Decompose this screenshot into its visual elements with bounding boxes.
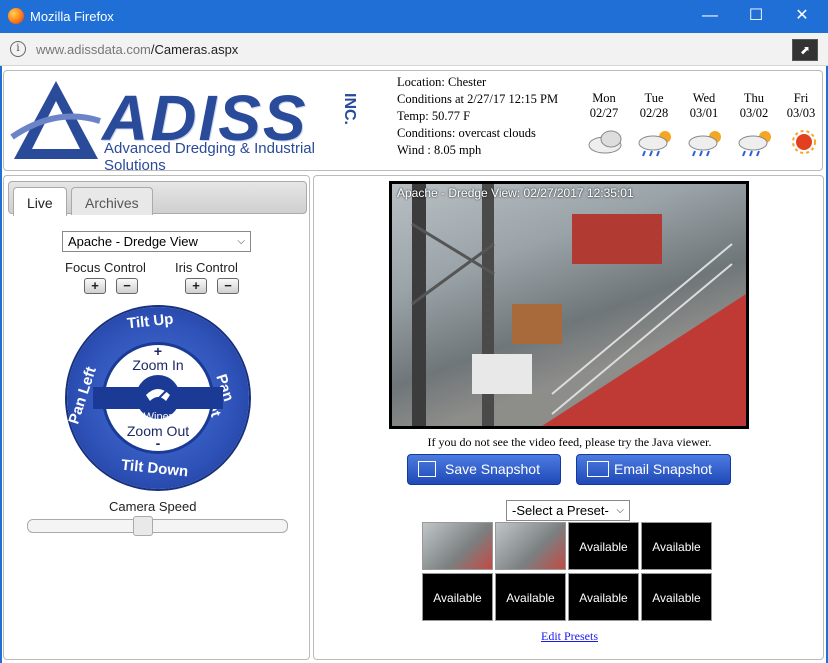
tilt-down-button[interactable]: Tilt Down [120,457,189,481]
video-caption: Apache - Dredge View: 02/27/2017 12:35:0… [397,186,634,200]
preset-slot[interactable]: Available [568,522,639,570]
url-bar[interactable]: i www.adissdata.com/Cameras.aspx ⬈ [0,33,828,66]
forecast-date: 02/28 [639,106,669,120]
forecast-day: Thu 03/02 [729,91,779,157]
email-snapshot-label: Email Snapshot [614,461,713,477]
camera-control-panel: Live Archives Apache - Dredge View ⌵ Foc… [3,175,310,660]
ptz-joystick: Tilt Up Tilt Down Pan Left Pan Right + Z… [65,307,249,489]
preset-thumbnail[interactable] [422,522,493,570]
zoom-minus-label: - [155,435,161,451]
save-snapshot-button[interactable]: Save Snapshot [407,454,561,485]
chevron-down-icon: ⌵ [616,505,624,516]
preset-select-value: -Select a Preset- [512,503,609,518]
tilt-up-button[interactable]: Tilt Up [126,311,174,333]
weather-temp: Temp: 50.77 F [397,109,471,123]
preset-slot[interactable]: Available [641,522,712,570]
forecast-date: 03/03 [786,106,816,120]
popup-window-icon[interactable]: ⬈ [792,39,818,61]
envelope-icon [587,461,609,477]
preset-slot[interactable]: Available [641,573,712,621]
tab-bar: Live Archives [8,181,307,216]
company-logo: ADISS INC. Advanced Dredging & Industria… [10,77,380,174]
edit-presets-link[interactable]: Edit Presets [314,629,825,644]
preset-slot[interactable]: Available [422,573,493,621]
preset-slot[interactable]: Available [568,573,639,621]
rain-sun-icon [637,129,671,157]
forecast-date: 03/01 [689,106,719,120]
forecast-day-name: Mon [592,91,616,105]
forecast-day-name: Wed [692,91,716,105]
floppy-disk-icon [418,461,436,477]
window-titlebar: Mozilla Firefox — ☐ ✕ [0,0,828,33]
url-path: /Cameras.aspx [150,42,239,57]
weather-conditions-at: Conditions at 2/27/17 12:15 PM [397,92,559,106]
forecast-day-name: Tue [644,91,664,105]
focus-control-label: Focus Control [65,260,146,275]
weather-wind: Wind : 8.05 mph [397,143,482,157]
url-text[interactable]: www.adissdata.com/Cameras.aspx [36,42,238,57]
preset-thumbnail[interactable] [495,522,566,570]
chevron-down-icon: ⌵ [237,236,245,247]
zoom-wiper-center: + Zoom In Wiper Zoom Out - [93,343,223,451]
zoom-in-button[interactable]: Zoom In [105,357,211,373]
forecast-day: Fri 03/03 [776,91,826,154]
weather-location: Location: Chester [397,75,487,89]
iris-plus-button[interactable]: + [185,278,207,294]
save-snapshot-label: Save Snapshot [445,461,540,477]
sun-icon [784,129,818,154]
rain-sun-icon [737,129,771,157]
preset-slot[interactable]: Available [495,573,566,621]
iris-minus-button[interactable]: − [217,278,239,294]
tab-live[interactable]: Live [13,187,67,216]
forecast-day-name: Fri [793,91,809,105]
logo-tagline: Advanced Dredging & Industrial Solutions [104,140,315,174]
slider-thumb[interactable] [133,516,153,536]
forecast-date: 03/02 [739,106,769,120]
focus-minus-button[interactable]: − [116,278,138,294]
forecast-date: 02/27 [589,106,619,120]
page-header: ADISS INC. Advanced Dredging & Industria… [3,70,826,174]
window-title: Mozilla Firefox [30,9,114,24]
weather-conditions: Conditions: overcast clouds [397,126,536,140]
logo-triangle-icon [10,81,101,159]
video-structure-image [411,184,746,426]
camera-speed-slider[interactable] [27,516,288,536]
camera-select-value: Apache - Dredge View [68,234,198,249]
cloudy-icon [587,129,622,154]
tab-archives[interactable]: Archives [71,187,153,215]
url-domain: www.adissdata.com [36,42,151,57]
preset-grid: Available Available Available Available … [422,522,716,624]
weather-current: Location: Chester Conditions at 2/27/17 … [397,74,558,159]
logo-inc: INC. [341,93,358,125]
firefox-icon [8,8,24,24]
iris-control-label: Iris Control [175,260,238,275]
email-snapshot-button[interactable]: Email Snapshot [576,454,731,485]
focus-plus-button[interactable]: + [84,278,106,294]
preset-select[interactable]: -Select a Preset- ⌵ [506,500,630,521]
java-viewer-note: If you do not see the video feed, please… [427,435,712,449]
maximize-button[interactable]: ☐ [736,4,776,28]
forecast-day: Tue 02/28 [629,91,679,157]
video-panel: Apache - Dredge View: 02/27/2017 12:35:0… [313,175,824,660]
camera-select[interactable]: Apache - Dredge View ⌵ [62,231,251,252]
rain-sun-icon [687,129,721,157]
forecast-day: Mon 02/27 [579,91,629,154]
info-icon[interactable]: i [10,41,26,57]
forecast-day: Wed 03/01 [679,91,729,157]
wiper-label: Wiper [143,411,173,423]
camera-speed-label: Camera Speed [109,499,197,514]
close-button[interactable]: ✕ [782,4,822,28]
forecast-day-name: Thu [743,91,765,105]
video-feed: Apache - Dredge View: 02/27/2017 12:35:0… [389,181,749,429]
minimize-button[interactable]: — [690,4,730,28]
